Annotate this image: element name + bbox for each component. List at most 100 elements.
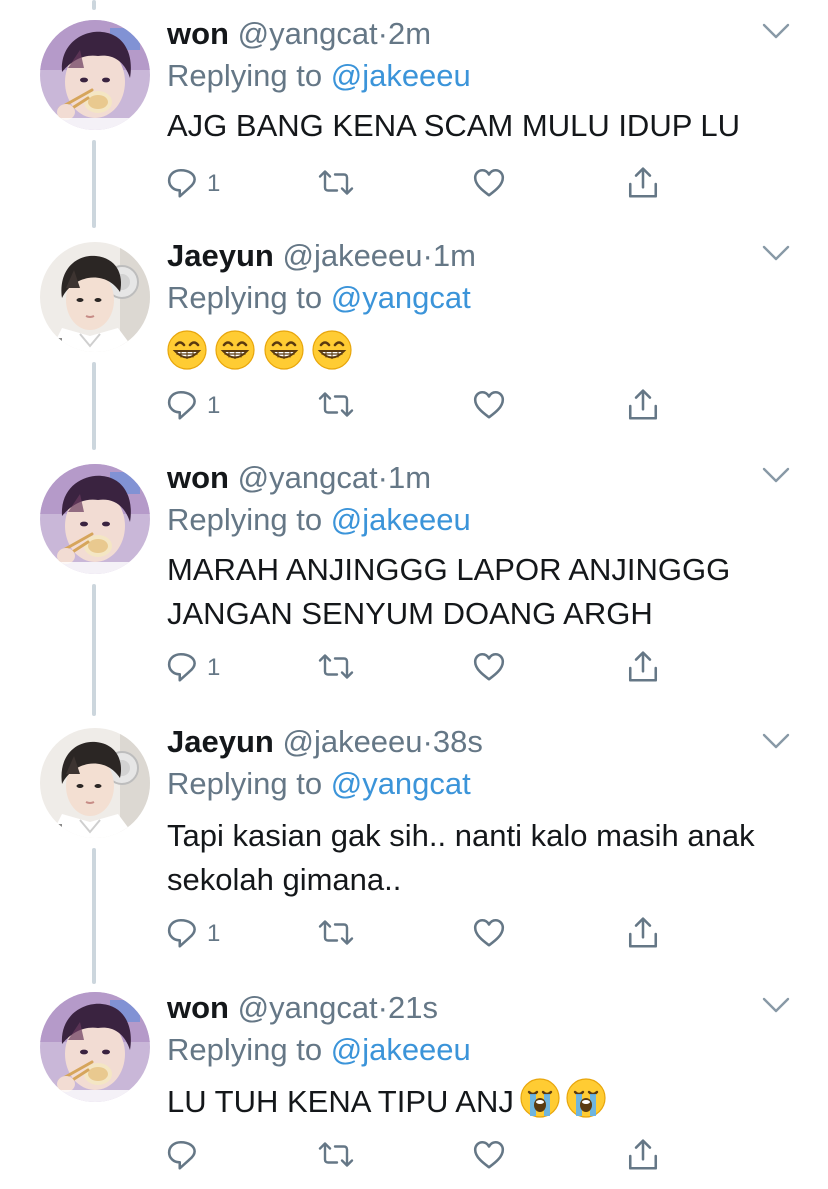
tweet[interactable]: won @yangcat·1m Replying to @jakeeeu MAR… xyxy=(0,444,828,716)
tweet-text xyxy=(167,330,356,370)
reply-icon xyxy=(167,390,196,420)
replying-to: Replying to @jakeeeu xyxy=(167,1030,471,1070)
grinning-face-icon xyxy=(312,330,353,370)
like-button[interactable] xyxy=(472,166,506,202)
retweet-button[interactable] xyxy=(317,1138,355,1174)
tweet-text-line: Tapi kasian gak sih.. nanti kalo masih a… xyxy=(167,818,755,853)
user-handle[interactable]: @yangcat xyxy=(238,16,378,51)
like-icon xyxy=(473,390,505,419)
tweet-actions: 1 xyxy=(167,388,667,424)
chevron-down-icon[interactable] xyxy=(762,22,790,42)
mention-link[interactable]: @yangcat xyxy=(331,766,471,801)
share-icon xyxy=(628,1139,658,1170)
share-icon xyxy=(628,389,658,420)
timestamp[interactable]: 38s xyxy=(433,724,483,759)
retweet-button[interactable] xyxy=(317,650,355,686)
user-handle[interactable]: @yangcat xyxy=(238,990,378,1025)
reply-button[interactable]: 1 xyxy=(167,650,220,686)
separator-dot: · xyxy=(377,990,388,1025)
reply-count: 1 xyxy=(207,392,221,419)
avatar[interactable] xyxy=(40,728,150,838)
share-button[interactable] xyxy=(626,916,660,952)
user-handle[interactable]: @jakeeeu xyxy=(282,724,422,759)
avatar[interactable] xyxy=(40,992,150,1102)
chevron-down-icon[interactable] xyxy=(762,732,790,752)
display-name[interactable]: won xyxy=(167,460,229,495)
reply-count: 1 xyxy=(207,654,221,681)
tweet-text-line: LU TUH KENA TIPU ANJ xyxy=(167,1084,514,1119)
tweet-header: Jaeyun @jakeeeu·38s xyxy=(167,722,483,762)
like-icon xyxy=(473,1140,505,1169)
display-name[interactable]: Jaeyun xyxy=(167,238,274,273)
share-icon xyxy=(628,651,658,682)
share-button[interactable] xyxy=(626,650,660,686)
timestamp[interactable]: 21s xyxy=(388,990,438,1025)
tweet[interactable]: won @yangcat·21s Replying to @jakeeeu LU… xyxy=(0,978,828,1189)
share-button[interactable] xyxy=(626,1138,660,1174)
replying-to: Replying to @yangcat xyxy=(167,278,471,318)
thread-connector xyxy=(92,140,96,228)
chevron-down-icon[interactable] xyxy=(762,244,790,264)
avatar[interactable] xyxy=(40,242,150,352)
tweet-header: won @yangcat·1m xyxy=(167,458,431,498)
retweet-icon xyxy=(318,654,354,679)
tweet-text: LU TUH KENA TIPU ANJ xyxy=(167,1078,787,1124)
share-button[interactable] xyxy=(626,166,660,202)
reply-icon xyxy=(167,652,196,682)
thread-connector xyxy=(92,584,96,716)
thread-connector xyxy=(92,848,96,984)
replying-to-label: Replying to xyxy=(167,1032,323,1067)
tweet-actions: 1 xyxy=(167,166,667,202)
reply-icon xyxy=(167,1140,196,1170)
timestamp[interactable]: 1m xyxy=(388,460,431,495)
tweet-text: AJG BANG KENA SCAM MULU IDUP LU xyxy=(167,108,741,143)
timestamp[interactable]: 1m xyxy=(433,238,476,273)
like-button[interactable] xyxy=(472,916,506,952)
retweet-icon xyxy=(318,920,354,945)
replying-to: Replying to @jakeeeu xyxy=(167,56,471,96)
replying-to: Replying to @yangcat xyxy=(167,764,471,804)
reply-button[interactable]: 1 xyxy=(167,388,220,424)
mention-link[interactable]: @yangcat xyxy=(331,280,471,315)
retweet-button[interactable] xyxy=(317,388,355,424)
tweet[interactable]: won @yangcat·2m Replying to @jakeeeu AJG… xyxy=(0,0,828,228)
reply-icon xyxy=(167,168,196,198)
separator-dot: · xyxy=(377,460,388,495)
share-icon xyxy=(628,917,658,948)
mention-link[interactable]: @jakeeeu xyxy=(331,58,471,93)
display-name[interactable]: Jaeyun xyxy=(167,724,274,759)
replying-to-label: Replying to xyxy=(167,502,323,537)
chevron-down-icon[interactable] xyxy=(762,996,790,1016)
tweet[interactable]: Jaeyun @jakeeeu·1m Replying to @yangcat … xyxy=(0,222,828,450)
tweet-text-line: sekolah gimana.. xyxy=(167,862,402,897)
display-name[interactable]: won xyxy=(167,990,229,1025)
like-button[interactable] xyxy=(472,388,506,424)
tweet-actions: 1 xyxy=(167,650,667,686)
share-button[interactable] xyxy=(626,388,660,424)
tweet-header: won @yangcat·2m xyxy=(167,14,431,54)
mention-link[interactable]: @jakeeeu xyxy=(331,502,471,537)
reply-button[interactable] xyxy=(167,1138,201,1174)
grinning-face-icon xyxy=(167,330,207,370)
display-name[interactable]: won xyxy=(167,16,229,51)
avatar[interactable] xyxy=(40,20,150,130)
tweet[interactable]: Jaeyun @jakeeeu·38s Replying to @yangcat… xyxy=(0,710,828,984)
reply-button[interactable]: 1 xyxy=(167,916,220,952)
retweet-button[interactable] xyxy=(317,916,355,952)
reply-button[interactable]: 1 xyxy=(167,166,220,202)
chevron-down-icon[interactable] xyxy=(762,466,790,486)
like-button[interactable] xyxy=(472,650,506,686)
user-handle[interactable]: @jakeeeu xyxy=(282,238,422,273)
replying-to: Replying to @jakeeeu xyxy=(167,500,471,540)
user-handle[interactable]: @yangcat xyxy=(238,460,378,495)
retweet-button[interactable] xyxy=(317,166,355,202)
like-button[interactable] xyxy=(472,1138,506,1174)
thread-connector xyxy=(92,362,96,450)
replying-to-label: Replying to xyxy=(167,280,323,315)
timestamp[interactable]: 2m xyxy=(388,16,431,51)
mention-link[interactable]: @jakeeeu xyxy=(331,1032,471,1067)
like-icon xyxy=(473,652,505,681)
avatar[interactable] xyxy=(40,464,150,574)
reply-icon xyxy=(167,918,196,948)
like-icon xyxy=(473,168,505,197)
